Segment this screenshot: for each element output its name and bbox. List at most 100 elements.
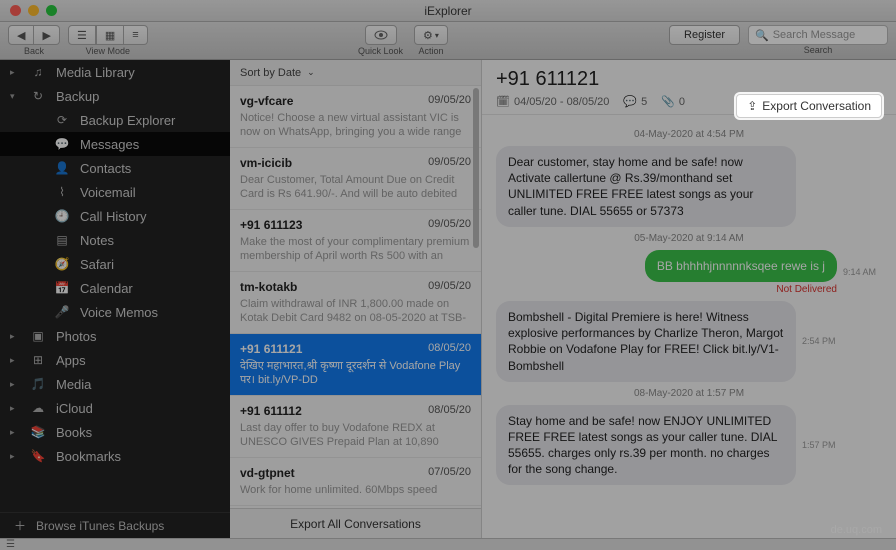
- media-icon: 🎵: [30, 377, 46, 391]
- conversation-date: 08/05/20: [428, 404, 471, 418]
- search-icon: 🔍: [755, 29, 769, 42]
- chevron-down-icon: ▾: [435, 31, 439, 40]
- conversation-sender: +91 611112: [240, 404, 302, 418]
- sidebar: ▸ ♫ Media Library ▾ ↻ Backup ⟳ Backup Explorer 💬…: [0, 60, 230, 538]
- grid-icon: ⊞: [30, 353, 46, 367]
- chevron-down-icon: ⌄: [307, 67, 315, 78]
- sidebar-item-media-library[interactable]: ▸♫Media Library: [0, 60, 230, 84]
- view-mode-2[interactable]: ▦: [96, 25, 124, 45]
- conversation-date: 09/05/20: [428, 156, 471, 170]
- view-mode-3[interactable]: ≡: [124, 25, 147, 45]
- conversation-item[interactable]: vd-gtpnet07/05/20Work for home unlimited…: [230, 458, 481, 506]
- close-icon[interactable]: [10, 5, 21, 16]
- sidebar-item-label: Media Library: [56, 65, 135, 80]
- sidebar-item-bookmarks[interactable]: ▸🔖Bookmarks: [0, 444, 230, 468]
- sidebar-item-backup-explorer[interactable]: ⟳ Backup Explorer: [0, 108, 230, 132]
- window-title: iExplorer: [424, 4, 471, 18]
- forward-button[interactable]: ▶: [34, 25, 59, 45]
- message-time: 1:57 PM: [802, 440, 836, 450]
- sort-dropdown[interactable]: Sort by Date ⌄: [230, 60, 481, 86]
- conversation-preview: Dear Customer, Total Amount Due on Credi…: [240, 173, 471, 201]
- sidebar-item-label: iCloud: [56, 401, 93, 416]
- quicklook-label: Quick Look: [358, 46, 403, 56]
- conversation-preview: Notice! Choose a new virtual assistant V…: [240, 111, 471, 139]
- bookmark-icon: 🔖: [30, 449, 46, 463]
- sidebar-item-notes[interactable]: ▤Notes: [0, 228, 230, 252]
- sidebar-item-safari[interactable]: 🧭Safari: [0, 252, 230, 276]
- export-conversation-button[interactable]: ⇪ Export Conversation: [736, 94, 882, 118]
- sidebar-item-call-history[interactable]: 🕘Call History: [0, 204, 230, 228]
- conversation-item[interactable]: vg-vfcare 09/05/20 Notice! Choose a new vi…: [230, 86, 481, 148]
- message-bubble: Dear customer, stay home and be safe! no…: [496, 146, 796, 227]
- conversation-item[interactable]: +91 61111208/05/20Last day offer to buy …: [230, 396, 481, 458]
- sidebar-item-photos[interactable]: ▸▣Photos: [0, 324, 230, 348]
- conversation-sender: vg-vfcare: [240, 94, 293, 108]
- browse-backups-button[interactable]: ＋ Browse iTunes Backups: [0, 512, 230, 538]
- disclosure-icon: ▾: [10, 91, 20, 102]
- message-bubble: BB bhhhhjnnnnnksqee rewe is j: [645, 250, 837, 282]
- user-icon: 👤: [54, 161, 70, 175]
- menu-icon[interactable]: ☰: [6, 539, 15, 550]
- refresh-icon: ⟳: [54, 113, 70, 127]
- conversation-sender: +91 611123: [240, 218, 302, 232]
- disclosure-icon: ▸: [10, 379, 20, 390]
- bubble-icon: 💬: [54, 137, 70, 151]
- sidebar-item-label: Notes: [80, 233, 114, 248]
- conversation-sender: vm-icicib: [240, 156, 292, 170]
- sidebar-item-label: Backup: [56, 89, 99, 104]
- attachment-count: 📎0: [661, 95, 685, 108]
- sidebar-item-contacts[interactable]: 👤 Contacts: [0, 156, 230, 180]
- conversation-list: Sort by Date ⌄ vg-vfcare 09/05/20 Notice! …: [230, 60, 482, 538]
- message-count: 💬5: [623, 95, 647, 108]
- search-label: Search: [804, 45, 833, 55]
- conversation-item[interactable]: vm-icicib 09/05/20 Dear Customer, Total Am…: [230, 148, 481, 210]
- conversation-date: 09/05/20: [428, 218, 471, 232]
- disclosure-icon: ▸: [10, 355, 20, 366]
- conversation-preview: देखिए महाभारत,श्री कृष्णा दूरदर्शन से Vo…: [240, 359, 471, 387]
- photo-icon: ▣: [30, 329, 46, 343]
- back-button[interactable]: ◀: [8, 25, 34, 45]
- sidebar-item-apps[interactable]: ▸ ⊞ Apps: [0, 348, 230, 372]
- compass-icon: 🧭: [54, 257, 70, 271]
- register-button[interactable]: Register: [669, 25, 740, 45]
- sidebar-item-media[interactable]: ▸🎵Media: [0, 372, 230, 396]
- conversation-item[interactable]: tm-kotakb09/05/20Claim withdrawal of INR…: [230, 272, 481, 334]
- quicklook-button[interactable]: [365, 25, 397, 45]
- conversation-item[interactable]: +91 61112108/05/20देखिए महाभारत,श्री कृष…: [230, 334, 481, 396]
- sidebar-item-icloud[interactable]: ▸☁iCloud: [0, 396, 230, 420]
- conversation-preview: Work for home unlimited. 60Mbps speed: [240, 483, 471, 497]
- message-row: Bombshell - Digital Premiere is here! Wi…: [496, 301, 882, 382]
- minimize-icon[interactable]: [28, 5, 39, 16]
- conversation-sender: vd-gtpnet: [240, 466, 295, 480]
- conversation-date: 08/05/20: [428, 342, 471, 356]
- sidebar-item-label: Apps: [56, 353, 86, 368]
- action-button[interactable]: ⚙▾: [414, 25, 448, 45]
- export-all-button[interactable]: Export All Conversations: [230, 508, 481, 538]
- sidebar-item-label: Bookmarks: [56, 449, 121, 464]
- message-time: 9:14 AM: [843, 267, 876, 277]
- sidebar-item-voicemail[interactable]: ⌇Voicemail: [0, 180, 230, 204]
- search-input[interactable]: 🔍 Search Message: [748, 25, 888, 45]
- clock-icon: ↻: [30, 89, 46, 103]
- sidebar-item-label: Backup Explorer: [80, 113, 175, 128]
- conversation-date: 09/05/20: [428, 94, 471, 108]
- sidebar-item-voice-memos[interactable]: 🎤Voice Memos: [0, 300, 230, 324]
- scrollbar[interactable]: [473, 88, 479, 248]
- disclosure-icon: ▸: [10, 427, 20, 438]
- sidebar-item-calendar[interactable]: 📅Calendar: [0, 276, 230, 300]
- music-icon: ♫: [30, 65, 46, 79]
- sidebar-item-backup[interactable]: ▾ ↻ Backup: [0, 84, 230, 108]
- zoom-icon[interactable]: [46, 5, 57, 16]
- date-separator: 08-May-2020 at 1:57 PM: [496, 388, 882, 399]
- calendar-icon: 🗓: [496, 95, 510, 108]
- action-label: Action: [418, 46, 443, 56]
- sidebar-item-label: Calendar: [80, 281, 133, 296]
- sidebar-item-books[interactable]: ▸📚Books: [0, 420, 230, 444]
- conversation-date: 09/05/20: [428, 280, 471, 294]
- message-bubble: Stay home and be safe! now ENJOY UNLIMIT…: [496, 405, 796, 486]
- sidebar-item-label: Contacts: [80, 161, 131, 176]
- disclosure-icon: ▸: [10, 331, 20, 342]
- view-mode-1[interactable]: ☰: [68, 25, 96, 45]
- conversation-item[interactable]: +91 61112309/05/20Make the most of your …: [230, 210, 481, 272]
- sidebar-item-messages[interactable]: 💬Messages: [0, 132, 230, 156]
